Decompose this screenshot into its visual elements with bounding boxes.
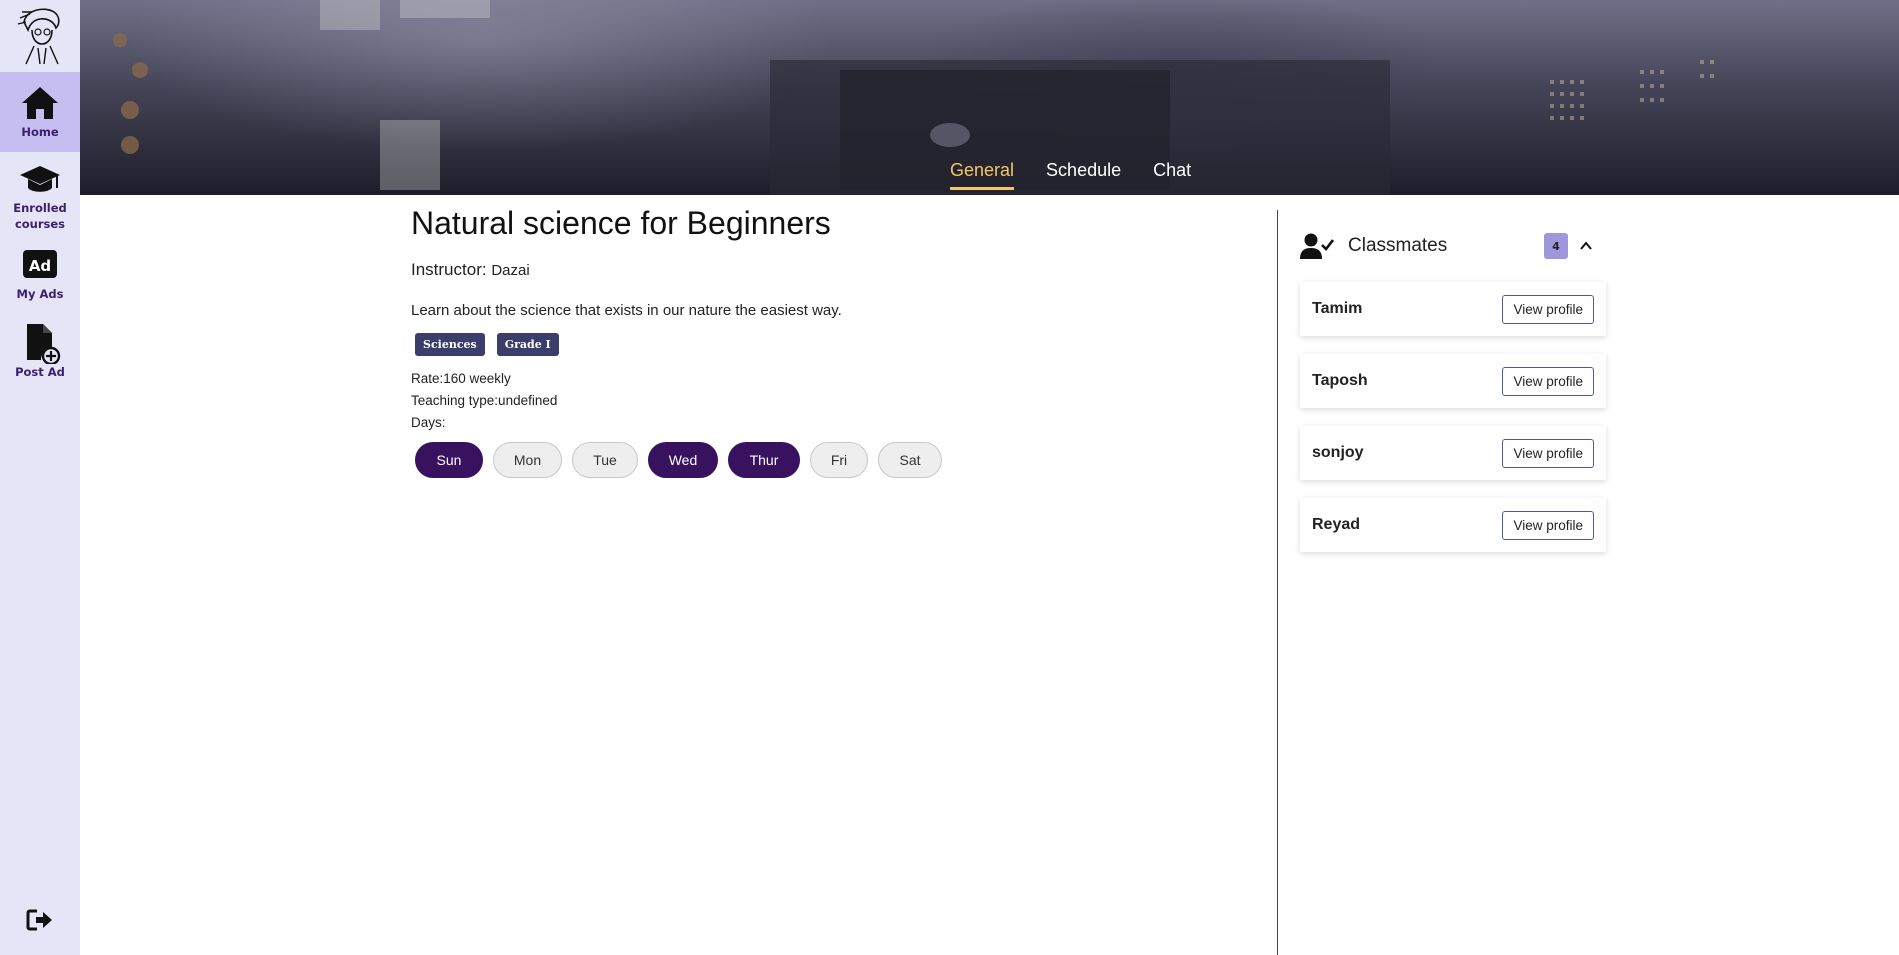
view-profile-button[interactable]: View profile: [1502, 510, 1594, 540]
sidebar-item-home[interactable]: Home: [0, 72, 80, 152]
days-selector: Sun Mon Tue Wed Thur Fri Sat: [411, 442, 1251, 478]
day-chip-fri[interactable]: Fri: [810, 442, 868, 478]
ad-icon: Ad: [23, 250, 57, 278]
classmates-title: Classmates: [1348, 235, 1448, 256]
tab-chat[interactable]: Chat: [1153, 160, 1191, 190]
sidebar-item-label: My Ads: [16, 287, 64, 301]
tag-badge: Sciences: [415, 333, 485, 356]
sidebar-item-post-ad[interactable]: Post Ad: [0, 322, 80, 384]
user-check-icon: [1300, 233, 1334, 259]
view-profile-button[interactable]: View profile: [1502, 294, 1594, 324]
days-label: Days:: [411, 415, 446, 430]
course-tags: Sciences Grade I: [411, 333, 1251, 356]
classmates-count-badge: 4: [1544, 233, 1568, 259]
logout-icon[interactable]: [26, 908, 54, 932]
sidebar-item-label: Post Ad: [15, 365, 65, 379]
day-chip-tue[interactable]: Tue: [572, 442, 638, 478]
instructor-name: Dazai: [491, 262, 530, 279]
svg-text:Ad: Ad: [29, 257, 51, 275]
sidebar: Home Enrolled courses Ad My Ads Post Ad: [0, 0, 80, 955]
classmates-panel: Classmates 4 Tamim View profile Taposh V…: [1300, 228, 1606, 552]
course-banner: General Schedule Chat: [80, 0, 1899, 195]
vertical-divider: [1277, 210, 1278, 955]
classmate-name: Reyad: [1312, 516, 1361, 533]
instructor-label: Instructor:: [411, 260, 492, 279]
avatar-logo[interactable]: [10, 4, 70, 66]
course-title: Natural science for Beginners: [411, 205, 831, 241]
day-chip-sat[interactable]: Sat: [878, 442, 942, 478]
tab-general[interactable]: General: [950, 160, 1015, 190]
file-plus-icon: [27, 324, 61, 364]
day-chip-sun[interactable]: Sun: [415, 442, 483, 478]
tag-badge: Grade I: [496, 333, 559, 356]
classmate-item: Tamim View profile: [1300, 282, 1606, 336]
chevron-up-icon[interactable]: [1579, 239, 1593, 253]
classmate-item: Reyad View profile: [1300, 498, 1606, 552]
classmate-name: Taposh: [1312, 372, 1368, 389]
course-description: Learn about the science that exists in o…: [411, 302, 842, 319]
course-meta: Rate:160 weekly Teaching type:undefined …: [411, 368, 1251, 434]
view-profile-button[interactable]: View profile: [1502, 366, 1594, 396]
course-tabs: General Schedule Chat: [950, 160, 1191, 190]
teaching-type-text: Teaching type:undefined: [411, 393, 558, 408]
home-icon: [22, 87, 58, 119]
classmate-item: Taposh View profile: [1300, 354, 1606, 408]
classmate-name: sonjoy: [1312, 444, 1364, 461]
sidebar-item-label: Home: [21, 125, 59, 139]
sidebar-item-enrolled-courses[interactable]: Enrolled courses: [0, 156, 80, 232]
day-chip-thur[interactable]: Thur: [728, 442, 800, 478]
day-chip-mon[interactable]: Mon: [493, 442, 562, 478]
classmate-name: Tamim: [1312, 300, 1363, 317]
classmate-item: sonjoy View profile: [1300, 426, 1606, 480]
sidebar-item-my-ads[interactable]: Ad My Ads: [0, 244, 80, 304]
day-chip-wed[interactable]: Wed: [648, 442, 718, 478]
view-profile-button[interactable]: View profile: [1502, 438, 1594, 468]
instructor-line: Instructor: Dazai: [411, 260, 1251, 280]
tab-schedule[interactable]: Schedule: [1046, 160, 1121, 190]
sidebar-item-label: Enrolled courses: [13, 201, 67, 231]
classmates-header[interactable]: Classmates 4: [1300, 228, 1606, 264]
rate-text: Rate:160 weekly: [411, 371, 511, 386]
graduation-cap-icon: [20, 166, 60, 192]
course-details: Natural science for Beginners Instructor…: [411, 205, 1251, 478]
